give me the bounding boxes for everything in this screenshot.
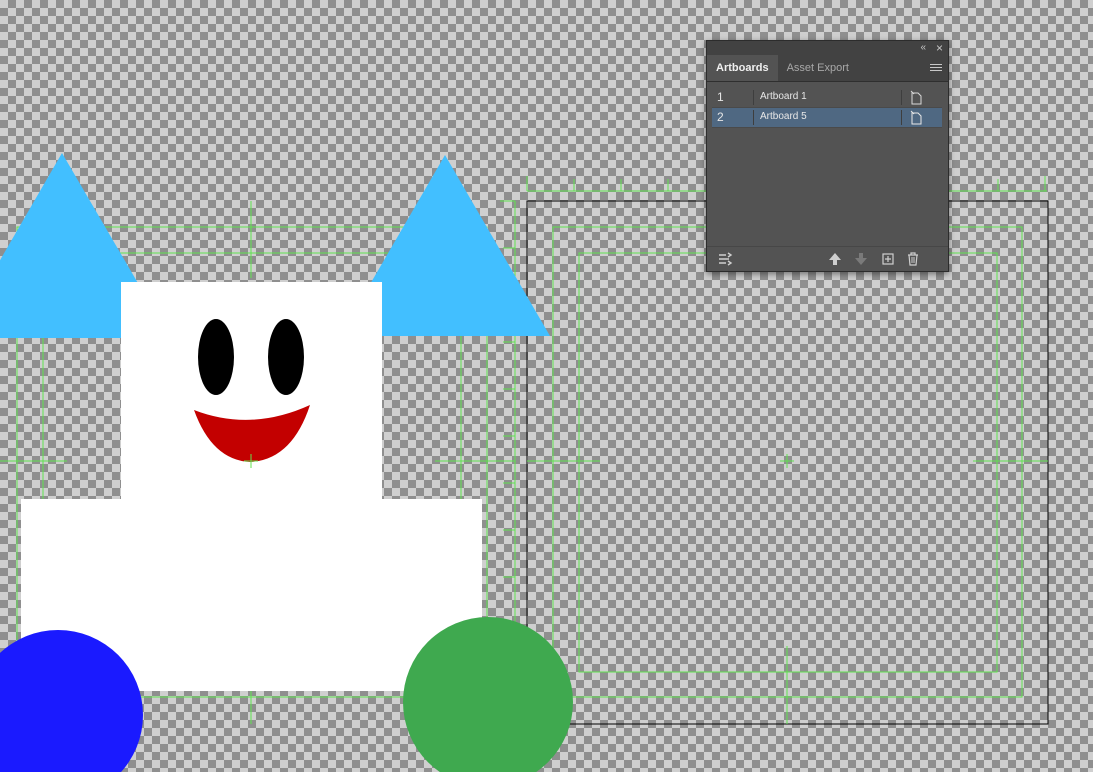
move-up-icon[interactable] [827, 251, 843, 267]
new-artboard-icon[interactable] [880, 251, 896, 267]
artboards-panel[interactable]: « × Artboards Asset Export 1 Artboard 1 … [706, 40, 949, 272]
rearrange-artboards-icon[interactable] [717, 251, 733, 267]
panel-title-bar[interactable]: « × [707, 41, 948, 55]
artboard-name[interactable]: Artboard 5 [760, 111, 807, 122]
artboard-5-guides [527, 226, 1048, 724]
artboard-number: 1 [717, 90, 724, 104]
head-rectangle[interactable] [121, 282, 382, 512]
tab-artboards[interactable]: Artboards [707, 55, 778, 81]
column-divider [901, 110, 902, 125]
artboard-options-icon[interactable] [910, 110, 924, 125]
move-down-icon[interactable] [853, 251, 869, 267]
column-divider [753, 110, 754, 125]
left-eye[interactable] [198, 319, 234, 395]
artboard-options-icon[interactable] [910, 90, 924, 105]
artboard-row-1[interactable]: 1 Artboard 1 [712, 88, 942, 108]
artboard-number: 2 [717, 110, 724, 124]
column-divider [753, 90, 754, 105]
panel-menu-icon[interactable] [930, 62, 942, 74]
panel-footer [707, 246, 948, 271]
right-eye[interactable] [268, 319, 304, 395]
artboard-row-2[interactable]: 2 Artboard 5 [712, 108, 942, 128]
collapse-panel-icon[interactable]: « [920, 41, 926, 55]
artboard-name[interactable]: Artboard 1 [760, 91, 807, 102]
panel-tabs: Artboards Asset Export [707, 55, 948, 82]
close-panel-icon[interactable]: × [936, 41, 943, 55]
column-divider [901, 90, 902, 105]
delete-icon[interactable] [905, 251, 921, 267]
artboard-list: 1 Artboard 1 2 Artboard 5 [712, 88, 942, 128]
tab-asset-export[interactable]: Asset Export [778, 55, 858, 81]
